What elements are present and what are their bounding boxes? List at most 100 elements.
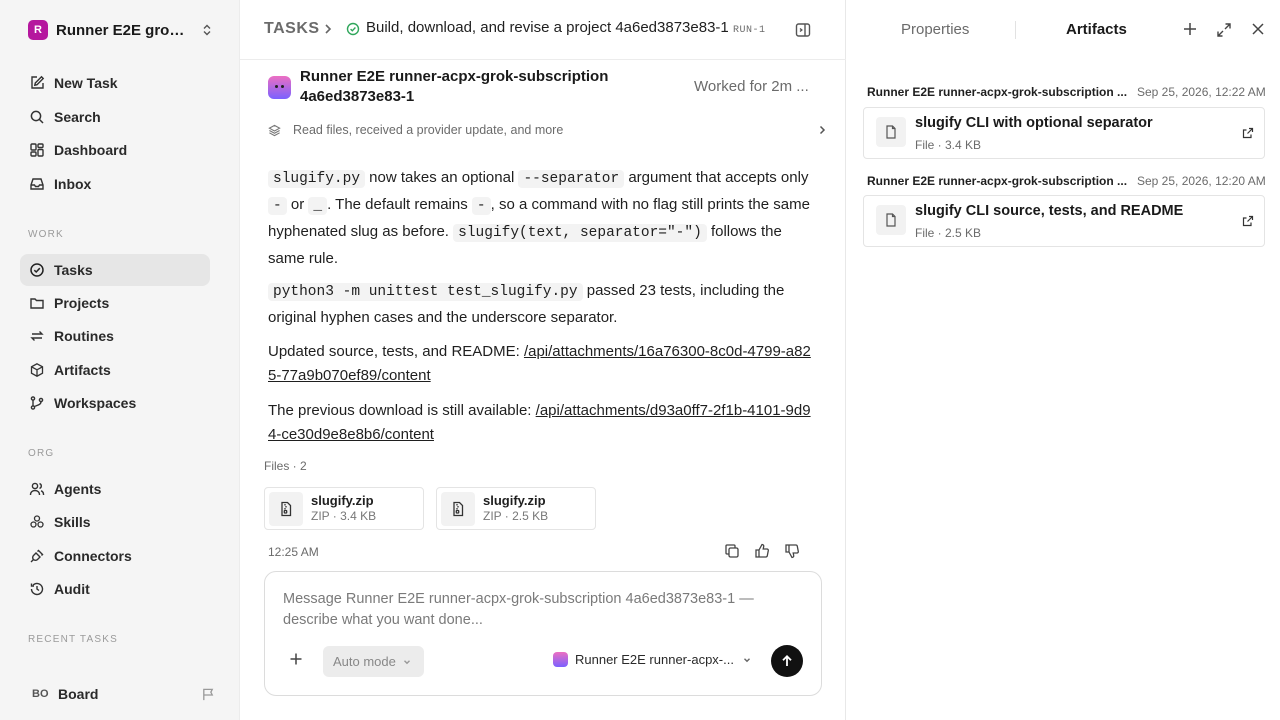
message-text: . The default remains xyxy=(327,196,472,213)
routines-icon xyxy=(28,327,46,345)
plug-icon xyxy=(28,547,46,565)
tab-artifacts[interactable]: Artifacts xyxy=(1066,21,1127,38)
sidebar-item-label: Artifacts xyxy=(54,362,111,378)
history-icon xyxy=(28,580,46,598)
sidebar-item-audit[interactable]: Audit xyxy=(20,573,210,605)
user-menu[interactable]: BO Board xyxy=(20,680,216,708)
thumbs-down-icon[interactable] xyxy=(784,543,800,559)
message-text: now takes an optional xyxy=(365,169,519,186)
users-icon xyxy=(28,480,46,498)
close-icon[interactable] xyxy=(1251,22,1265,36)
message-text: The previous download is still available… xyxy=(268,402,536,419)
message-paragraph: python3 -m unittest test_slugify.py pass… xyxy=(268,278,816,331)
mode-select[interactable]: Auto mode xyxy=(323,646,424,677)
sidebar-item-skills[interactable]: Skills xyxy=(20,506,210,538)
branch-icon xyxy=(28,394,46,412)
search-icon xyxy=(28,108,46,126)
activity-summary[interactable]: Read files, received a provider update, … xyxy=(268,121,828,139)
file-attachment[interactable]: slugify.zip ZIP · 3.4 KB xyxy=(264,487,424,530)
chevron-right-icon xyxy=(321,22,335,36)
file-name: slugify.zip xyxy=(483,492,546,508)
agent-avatar xyxy=(268,76,291,99)
agent-select-label: Runner E2E runner-acpx-... xyxy=(575,652,734,667)
task-header: TASKS Build, download, and revise a proj… xyxy=(240,0,846,60)
activity-text: Read files, received a provider update, … xyxy=(293,123,564,137)
inline-code: slugify.py xyxy=(268,170,366,188)
message-paragraph: The previous download is still available… xyxy=(268,399,816,447)
agent-name: Runner E2E runner-acpx-grok-subscription… xyxy=(300,68,609,105)
copy-icon[interactable] xyxy=(724,543,740,559)
right-panel: Properties Artifacts Runner E2E runner-a… xyxy=(847,0,1280,720)
workspace-switcher[interactable]: R Runner E2E grok-subscription xyxy=(28,19,214,41)
run-badge: RUN-1 xyxy=(733,25,766,36)
workspace-name: Runner E2E grok-subscription xyxy=(56,21,192,39)
message-composer: Auto mode Runner E2E runner-acpx-... xyxy=(264,571,822,696)
inline-code: - xyxy=(268,197,287,215)
panel-toggle-icon[interactable] xyxy=(794,21,812,39)
worked-duration[interactable]: Worked for 2m ... xyxy=(694,78,809,95)
cube-icon xyxy=(28,361,46,379)
thumbs-up-icon[interactable] xyxy=(754,543,770,559)
avatar: BO xyxy=(32,688,49,700)
sidebar-item-label: Agents xyxy=(54,481,102,497)
flag-icon[interactable] xyxy=(201,687,216,702)
new-task-icon xyxy=(28,74,46,92)
artifact-meta: File · 3.4 KB xyxy=(915,138,982,152)
sidebar-item-projects[interactable]: Projects xyxy=(20,287,210,319)
status-done-icon xyxy=(346,22,360,36)
sidebar-item-artifacts[interactable]: Artifacts xyxy=(20,354,210,386)
sidebar-item-routines[interactable]: Routines xyxy=(20,320,210,352)
plus-icon[interactable] xyxy=(1183,22,1197,36)
file-icon xyxy=(876,117,906,147)
chevron-updown-icon xyxy=(200,23,214,37)
sidebar-item-connectors[interactable]: Connectors xyxy=(20,540,210,572)
expand-icon[interactable] xyxy=(1216,22,1232,38)
sidebar-item-dashboard[interactable]: Dashboard xyxy=(20,134,210,166)
files-count: Files · 2 xyxy=(264,459,307,473)
plus-icon[interactable] xyxy=(289,652,303,666)
artifact-card[interactable]: slugify CLI source, tests, and README Fi… xyxy=(863,195,1265,247)
message-paragraph: slugify.py now takes an optional --separ… xyxy=(268,165,816,272)
sidebar-item-label: Routines xyxy=(54,328,114,344)
file-name: slugify.zip xyxy=(311,492,374,508)
artifact-source: Runner E2E runner-acpx-grok-subscription… xyxy=(867,174,1128,188)
sidebar-item-inbox[interactable]: Inbox xyxy=(20,168,210,200)
artifact-card[interactable]: slugify CLI with optional separator File… xyxy=(863,107,1265,159)
breadcrumb-tasks[interactable]: TASKS xyxy=(264,20,320,38)
tab-properties[interactable]: Properties xyxy=(901,21,969,38)
message-text: argument that accepts only xyxy=(624,169,809,186)
task-title: Build, download, and revise a project 4a… xyxy=(366,19,729,36)
sidebar-item-label: Inbox xyxy=(54,176,92,192)
chevron-down-icon xyxy=(402,657,412,667)
arrow-up-icon xyxy=(780,654,794,668)
sidebar-item-label: New Task xyxy=(54,75,118,91)
send-button[interactable] xyxy=(771,645,803,677)
sidebar-item-search[interactable]: Search xyxy=(20,101,210,133)
agent-select[interactable]: Runner E2E runner-acpx-... xyxy=(553,652,752,667)
sidebar-item-label: Skills xyxy=(54,514,91,530)
file-attachment[interactable]: slugify.zip ZIP · 2.5 KB xyxy=(436,487,596,530)
external-link-icon[interactable] xyxy=(1242,127,1254,139)
external-link-icon[interactable] xyxy=(1242,215,1254,227)
message-input[interactable] xyxy=(283,589,803,635)
message-time: 12:25 AM xyxy=(268,545,319,559)
sidebar-item-new-task[interactable]: New Task xyxy=(20,67,210,99)
sidebar-item-label: Tasks xyxy=(54,262,93,278)
sidebar-item-agents[interactable]: Agents xyxy=(20,473,210,505)
artifact-name: slugify CLI source, tests, and README xyxy=(915,203,1184,219)
sidebar-item-workspaces[interactable]: Workspaces xyxy=(20,387,210,419)
sidebar-item-tasks[interactable]: Tasks xyxy=(20,254,210,286)
artifact-source: Runner E2E runner-acpx-grok-subscription… xyxy=(867,85,1128,99)
inline-code: --separator xyxy=(518,170,625,188)
sidebar-item-label: Audit xyxy=(54,581,90,597)
inbox-icon xyxy=(28,175,46,193)
zip-file-icon xyxy=(441,491,475,526)
layers-icon xyxy=(268,124,281,137)
file-meta: ZIP · 3.4 KB xyxy=(311,508,377,523)
inline-code: _ xyxy=(308,197,328,215)
user-name: Board xyxy=(58,686,99,702)
sidebar-item-label: Search xyxy=(54,109,101,125)
task-main: TASKS Build, download, and revise a proj… xyxy=(240,0,846,720)
sidebar-item-label: Connectors xyxy=(54,548,132,564)
tasks-icon xyxy=(28,261,46,279)
